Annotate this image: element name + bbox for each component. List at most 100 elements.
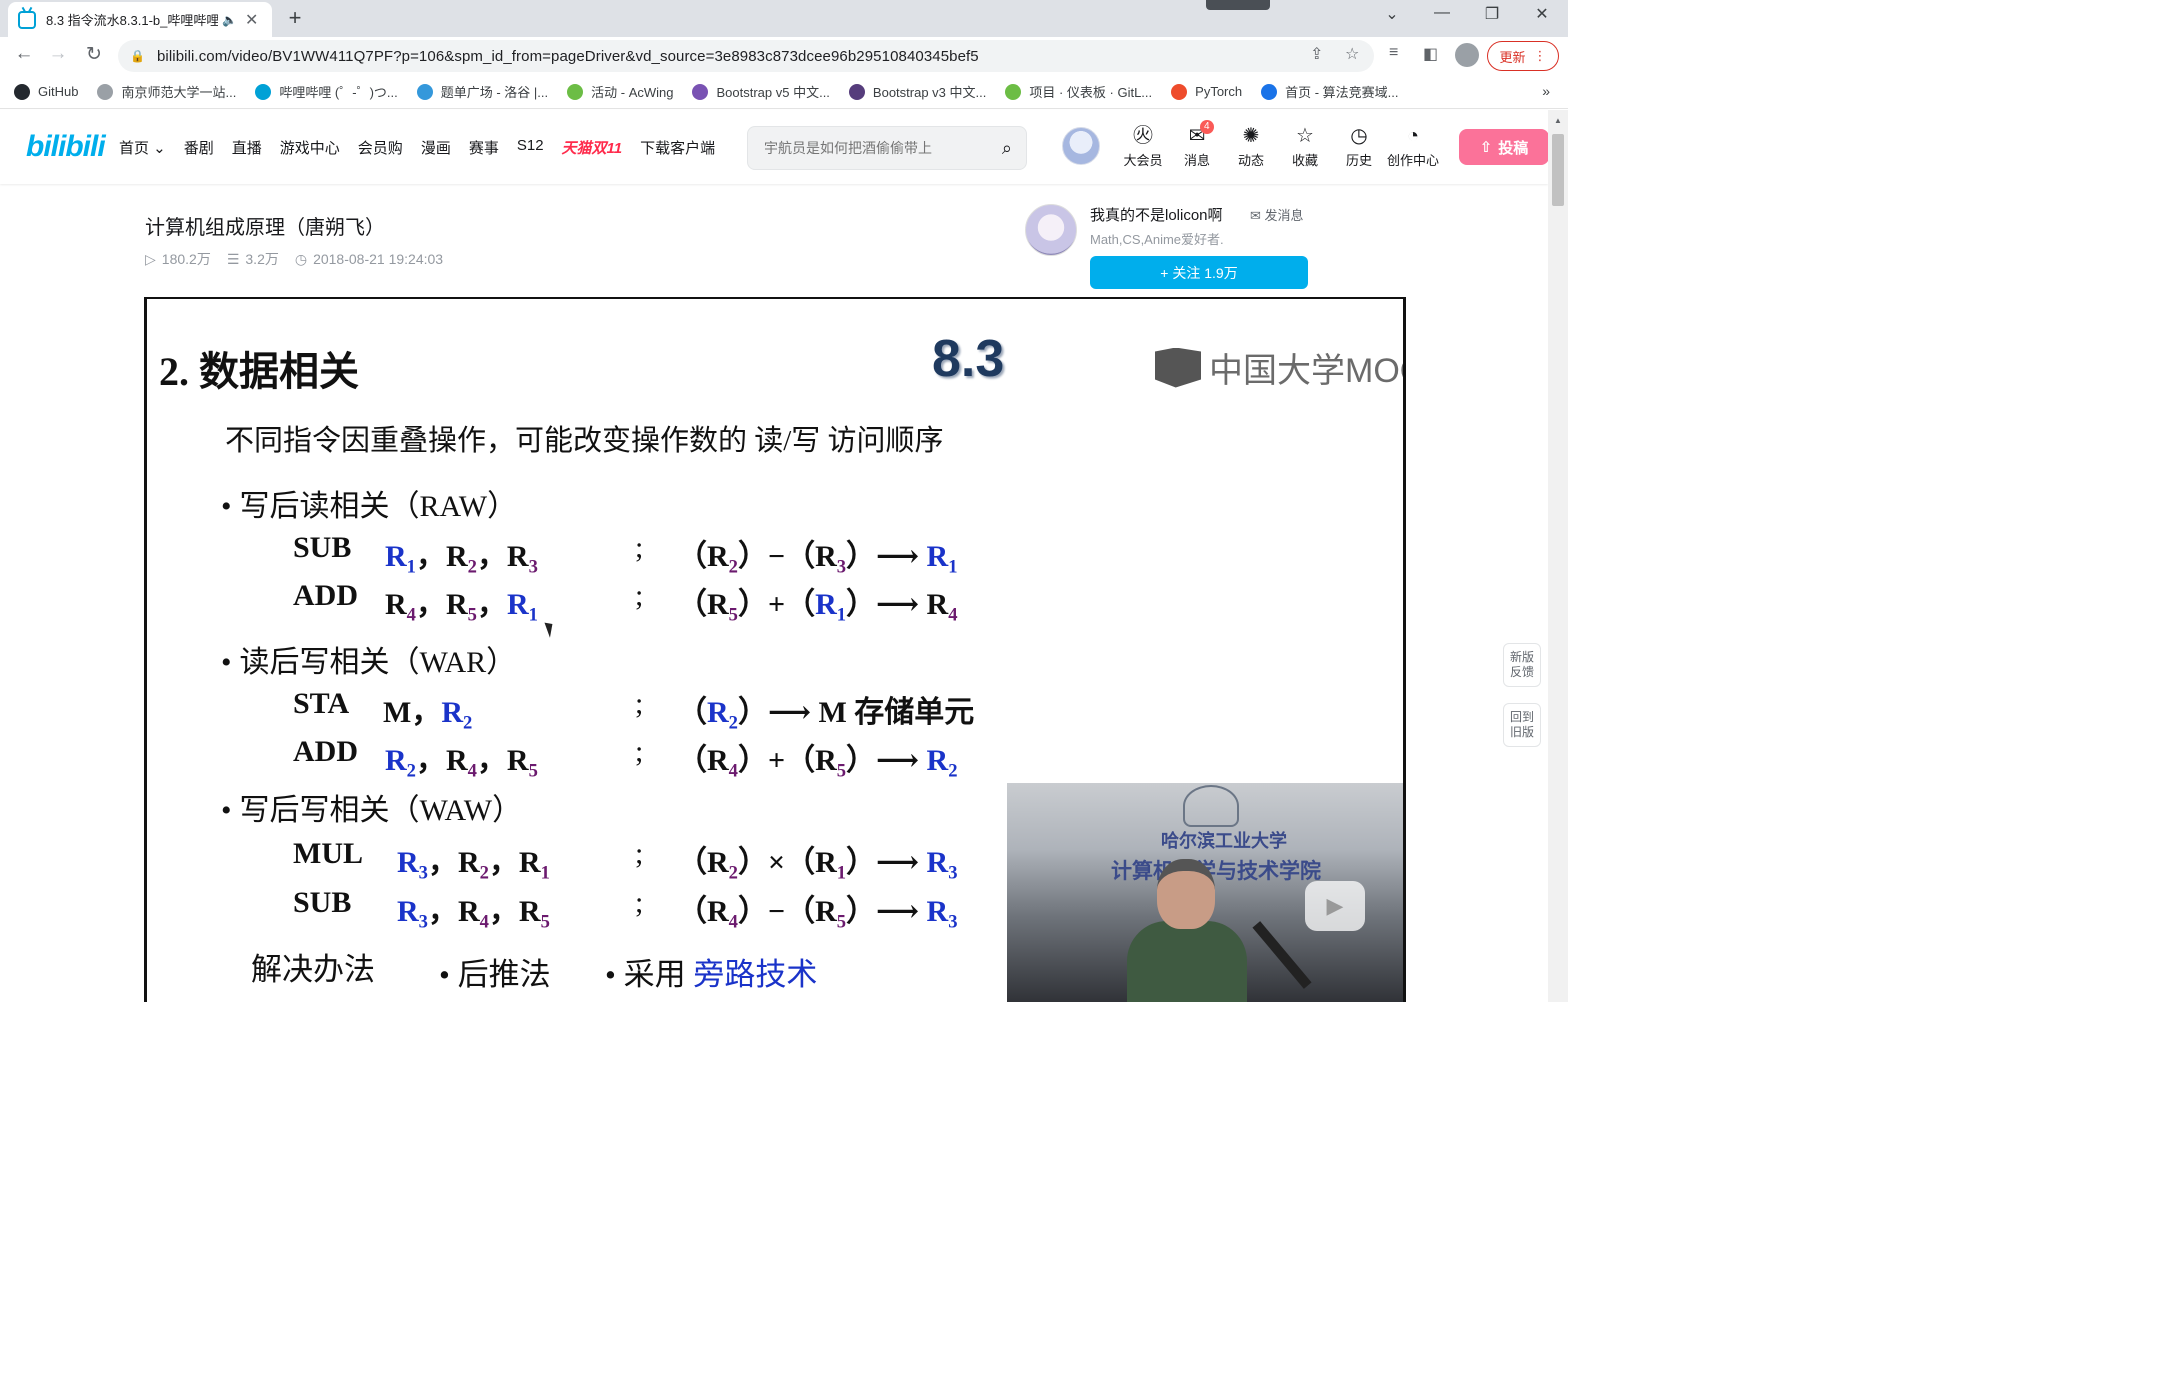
media-control-icon[interactable]: ≡: [1389, 44, 1398, 62]
lock-icon[interactable]: 🔒: [130, 49, 145, 63]
bookmark-item[interactable]: 题单广场 - 洛谷 |...: [416, 82, 548, 101]
creator-icon: ◔: [1406, 125, 1420, 147]
search-icon[interactable]: ⌕: [1002, 138, 1012, 159]
update-label: 更新: [1499, 49, 1526, 65]
tab-search-chevron-icon[interactable]: ⌄: [1372, 4, 1412, 24]
bilibili-logo[interactable]: bilibili: [26, 130, 106, 164]
header-icon-label: 消息: [1183, 153, 1210, 168]
url-text[interactable]: bilibili.com/video/BV1WW411Q7PF?p=106&sp…: [157, 48, 979, 65]
minimize-button[interactable]: —: [1422, 4, 1462, 22]
site-nav: 首页 ⌄ 番剧 直播 游戏中心 会员购 漫画 赛事 S12 天猫双11 下载客户端: [119, 137, 733, 158]
bookmark-label: 活动 - AcWing: [591, 85, 674, 100]
bookmark-item[interactable]: 哔哩哔哩 (゜-゜)つ...: [255, 82, 398, 101]
bookmark-item[interactable]: Bootstrap v3 中文...: [848, 82, 986, 101]
lecturer-head: [1157, 859, 1215, 929]
user-avatar[interactable]: [1062, 127, 1100, 165]
new-tab-button[interactable]: +: [282, 5, 308, 31]
header-creator-button[interactable]: ◔ 创作中心: [1386, 124, 1440, 169]
bookmark-item[interactable]: 南京师范大学一站...: [97, 82, 236, 101]
nav-item[interactable]: 直播: [232, 137, 262, 158]
more-menu-icon: ⋮: [1533, 48, 1547, 63]
upload-label: 投稿: [1498, 139, 1529, 157]
search-box: ⌕: [747, 126, 1027, 170]
bookmark-item[interactable]: GitHub: [14, 83, 78, 100]
lecturer-body: [1127, 921, 1247, 1002]
bookmark-item[interactable]: 首页 - 算法竞赛域...: [1261, 82, 1399, 101]
nav-item[interactable]: 首页 ⌄: [119, 137, 166, 158]
scroll-thumb[interactable]: [1552, 134, 1564, 206]
close-tab-icon[interactable]: ✕: [245, 10, 258, 30]
profile-avatar-icon[interactable]: [1455, 43, 1479, 67]
upload-button[interactable]: ⇧ 投稿: [1459, 129, 1549, 165]
page-scrollbar[interactable]: ▲: [1548, 110, 1568, 1002]
bookmark-item[interactable]: 活动 - AcWing: [567, 82, 673, 101]
uploader-avatar[interactable]: [1025, 204, 1077, 256]
search-input[interactable]: [764, 140, 984, 156]
bookmark-star-icon[interactable]: ☆: [1345, 44, 1359, 64]
share-icon[interactable]: ⇪: [1310, 44, 1323, 64]
bilibili-tv-play-icon[interactable]: ▶: [1305, 881, 1365, 931]
pytorch-icon: [1171, 83, 1188, 100]
bookmark-item[interactable]: PyTorch: [1171, 83, 1242, 100]
bookmark-item[interactable]: Bootstrap v5 中文...: [692, 82, 830, 101]
restore-button[interactable]: ❐: [1472, 4, 1512, 24]
header-dynamic-button[interactable]: ✺ 动态: [1224, 124, 1278, 169]
header-message-button[interactable]: ✉ 4 消息: [1170, 120, 1224, 169]
follow-button[interactable]: + 关注 1.9万: [1090, 256, 1308, 289]
uploader-name[interactable]: 我真的不是lolicon啊: [1090, 204, 1223, 225]
danmaku-count-value: 3.2万: [245, 251, 279, 267]
header-icon-label: 创作中心: [1386, 153, 1439, 168]
nav-item[interactable]: 游戏中心: [280, 137, 340, 158]
browser-tab-active[interactable]: 8.3 指令流水8.3.1-b_哔哩哔哩 🔈 ✕: [8, 2, 272, 37]
bilibili-icon: [255, 83, 272, 100]
vip-icon: ㊋: [1133, 125, 1153, 147]
play-count-icon: ▷: [145, 250, 156, 267]
nav-item[interactable]: 天猫双11: [562, 137, 623, 158]
bookmark-label: 南京师范大学一站...: [121, 85, 237, 100]
danmaku-icon: ☰: [226, 250, 240, 267]
back-arrow-icon[interactable]: ←: [10, 43, 38, 65]
nav-item[interactable]: 赛事: [469, 137, 499, 158]
publish-date-value: 2018-08-21 19:24:03: [313, 251, 444, 267]
send-message-link[interactable]: ✉ 发消息: [1250, 205, 1304, 224]
back-to-old-version-button[interactable]: 回到 旧版: [1503, 703, 1541, 747]
bookmark-label: Bootstrap v5 中文...: [716, 85, 830, 100]
history-icon: ◷: [1350, 125, 1368, 147]
site-header: bilibili 首页 ⌄ 番剧 直播 游戏中心 会员购 漫画 赛事 S12 天猫双11 下载客户…: [0, 110, 1549, 184]
scroll-up-arrow-icon[interactable]: ▲: [1554, 116, 1562, 125]
new-feedback-button[interactable]: 新版 反馈: [1503, 643, 1541, 687]
solution-bypass-prefix: • 采用: [605, 957, 694, 992]
danmaku-count: ☰ 3.2万: [227, 249, 279, 269]
tab-title: 8.3 指令流水8.3.1-b_哔哩哔哩: [46, 13, 218, 28]
mooc-mark-icon: [1155, 347, 1201, 388]
mooc-logo: 中国大学MOOC: [1155, 343, 1403, 392]
bullet-war-text: 读后写相关（WAR）: [239, 646, 517, 679]
video-title: 计算机组成原理（唐朔飞）: [145, 217, 385, 239]
forward-arrow-icon[interactable]: →: [44, 43, 72, 65]
header-icon-label: 收藏: [1291, 153, 1318, 168]
speaker-icon[interactable]: 🔈: [222, 13, 237, 27]
nav-item[interactable]: 番剧: [184, 137, 214, 158]
lecturer-video-inset: 哈尔滨工业大学 计算机科学与技术学院 ▶: [1007, 783, 1403, 1002]
bilibili-favicon-icon: [18, 10, 36, 29]
nav-item[interactable]: S12: [517, 137, 544, 158]
nav-item[interactable]: 下载客户端: [640, 137, 715, 158]
gitlab-icon: [1005, 83, 1022, 100]
header-vip-button[interactable]: ㊋大会员: [1116, 124, 1170, 169]
header-history-button[interactable]: ◷ 历史: [1332, 124, 1386, 169]
bookmark-item[interactable]: 项目 · 仪表板 · GitL...: [1005, 82, 1152, 101]
video-player[interactable]: 2. 数据相关 8.3 中国大学MOOC 不同指令因重叠操作，可能改变操作数的 …: [144, 297, 1406, 1002]
mail-icon: ✉: [1250, 208, 1265, 223]
algo-icon: [1261, 83, 1278, 100]
reload-icon[interactable]: ↻: [80, 43, 108, 66]
nav-item[interactable]: 漫画: [421, 137, 451, 158]
side-panel-icon[interactable]: ◧: [1423, 44, 1438, 64]
lecturer: [1127, 859, 1247, 1002]
bookmarks-more-icon[interactable]: »: [1542, 83, 1550, 99]
nav-item[interactable]: 会员购: [358, 137, 403, 158]
address-bar[interactable]: 🔒 bilibili.com/video/BV1WW411Q7PF?p=106&…: [118, 40, 1374, 72]
header-favorite-button[interactable]: ☆ 收藏: [1278, 124, 1332, 169]
update-button[interactable]: 更新 ⋮: [1487, 41, 1559, 71]
github-icon: [14, 83, 30, 100]
close-window-button[interactable]: ✕: [1522, 4, 1562, 24]
